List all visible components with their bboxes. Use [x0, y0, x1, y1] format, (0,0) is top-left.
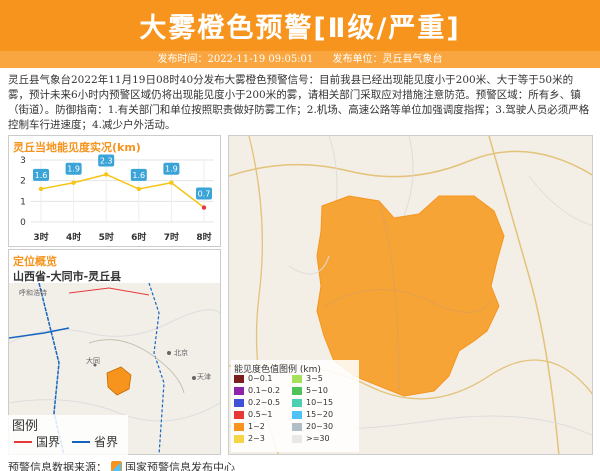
- label-tianjin: 天津: [197, 373, 211, 381]
- publish-time: 发布时间：2022-11-19 09:05:01: [157, 54, 314, 65]
- legend-swatch: [292, 375, 302, 383]
- legend-label: 1~2: [248, 422, 265, 431]
- visibility-panel: 灵丘当地能见度实况(km) 0 1 2 3 3时 4时 5时 6时 7时 8时 1.6 1.9 2.3 1…: [8, 135, 221, 247]
- legend-label: 3~5: [306, 374, 323, 383]
- alert-description: 灵丘县气象台2022年11月19日08时40分发布大雾橙色预警信号：目前我县已经…: [8, 74, 590, 131]
- legend-swatch: [234, 399, 244, 407]
- national-border-swatch: [14, 441, 32, 443]
- province-border-label: 省界: [94, 435, 119, 449]
- data-point: [104, 172, 109, 177]
- legend-label: >=30: [306, 434, 330, 443]
- legend-swatch: [292, 411, 302, 419]
- location-text: 山西省-大同市-灵丘县: [13, 270, 122, 283]
- national-border-label: 国界: [36, 435, 61, 449]
- data-label: 1.6: [35, 171, 48, 180]
- publisher: 发布单位：灵丘县气象台: [332, 54, 443, 65]
- legend-label: 5~10: [306, 386, 328, 395]
- legend-swatch: [292, 387, 302, 395]
- x-tick-label: 3时: [33, 231, 48, 243]
- warning-center-logo-icon: [110, 461, 122, 471]
- footer: 预警信息数据来源： 国家预警信息发布中心: [8, 459, 235, 471]
- legend-label: 2~3: [248, 434, 265, 443]
- legend-swatch: [234, 423, 244, 431]
- y-tick-label: 0: [20, 218, 26, 228]
- legend-label: 15~20: [306, 410, 334, 419]
- x-tick-label: 7时: [164, 231, 179, 243]
- legend-swatch: [234, 435, 244, 443]
- label-beijing: 北京: [174, 349, 188, 357]
- data-label: 1.9: [165, 165, 178, 174]
- alert-header: 大雾橙色预警[Ⅱ级/严重] 发布时间：2022-11-19 09:05:01 发…: [0, 0, 600, 68]
- label-datong: 大同: [86, 357, 100, 365]
- source-label: 预警信息数据来源：: [8, 461, 107, 471]
- legend-swatch: [234, 387, 244, 395]
- alert-meta-bar: 发布时间：2022-11-19 09:05:01 发布单位：灵丘县气象台: [0, 51, 600, 68]
- x-tick-label: 4时: [66, 231, 81, 243]
- alert-title: 大雾橙色预警[Ⅱ级/严重]: [139, 13, 461, 44]
- legend-swatch: [292, 399, 302, 407]
- data-label: 1.6: [132, 171, 145, 180]
- legend-swatch: [234, 411, 244, 419]
- legend-label: 0.1~0.2: [248, 386, 281, 395]
- legend-label: 20~30: [306, 422, 334, 431]
- legend-label: 0~0.1: [248, 374, 273, 383]
- legend-label: 0.2~0.5: [248, 398, 281, 407]
- data-label: 2.3: [100, 156, 113, 165]
- visibility-legend: 能见度色值图例 (km) 0~0.1 3~5 0.1~0.2 5~10 0.2~0.5 1…: [231, 360, 359, 452]
- visibility-chart: 0 1 2 3 3时 4时 5时 6时 7时 8时 1.6 1.9 2.3 1.6 1.9 0.7: [20, 154, 214, 243]
- data-point: [201, 205, 207, 210]
- border-legend-title: 图例: [12, 419, 39, 434]
- data-point: [169, 180, 174, 185]
- legend-swatch: [234, 375, 244, 383]
- y-tick-label: 1: [20, 197, 26, 207]
- source-name[interactable]: 国家预警信息发布中心: [125, 461, 235, 471]
- x-tick-label: 6时: [131, 231, 146, 243]
- y-tick-label: 2: [20, 177, 26, 187]
- y-tick-label: 3: [20, 156, 26, 166]
- legend-swatch: [292, 435, 302, 443]
- province-border-swatch: [72, 441, 90, 443]
- legend-swatch: [292, 423, 302, 431]
- data-label: 1.9: [67, 165, 80, 174]
- border-legend: 图例 国界 省界: [8, 415, 128, 455]
- x-tick-label: 8时: [196, 231, 211, 243]
- legend-label: 10~15: [306, 398, 334, 407]
- data-point: [71, 180, 76, 185]
- visibility-line: [40, 173, 205, 209]
- x-tick-label: 5时: [99, 231, 114, 243]
- location-panel-title: 定位概览: [13, 255, 57, 268]
- data-point: [136, 186, 141, 192]
- data-label: 0.7: [198, 190, 211, 199]
- legend-label: 0.5~1: [248, 410, 273, 419]
- label-hohhot: 呼和浩特: [19, 289, 47, 297]
- data-point: [38, 186, 44, 192]
